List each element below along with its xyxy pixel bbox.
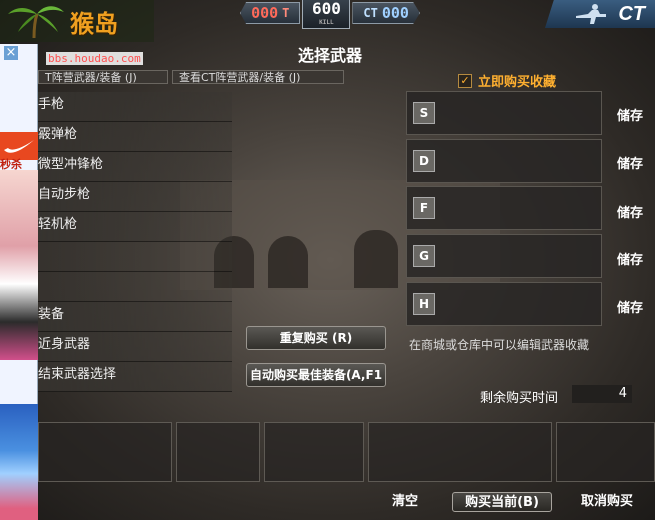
rebuy-button[interactable]: 重复购买 (R) xyxy=(246,326,386,350)
store-button[interactable]: 储存 xyxy=(612,202,648,221)
ad-image xyxy=(0,170,38,360)
category-rifles[interactable]: 自动步枪 xyxy=(38,182,232,212)
ad-image xyxy=(0,404,38,520)
hotkey-g: G xyxy=(413,245,435,267)
tab-t-weapons[interactable]: T阵营武器/装备 (J) xyxy=(38,70,168,84)
instant-buy-favorites-toggle[interactable]: ✓ 立即购买收藏 xyxy=(458,71,556,90)
background-arch xyxy=(354,230,398,288)
store-button[interactable]: 储存 xyxy=(612,297,648,316)
favorite-slot-d[interactable]: D xyxy=(406,139,602,183)
store-button[interactable]: 储存 xyxy=(612,153,648,172)
hotkey-h: H xyxy=(413,293,435,315)
buy-current-button[interactable]: 购买当前(B) xyxy=(452,492,552,512)
round-timer-caption: KILL xyxy=(319,19,334,26)
category-empty xyxy=(38,242,232,272)
category-shotguns[interactable]: 霰弹枪 xyxy=(38,122,232,152)
clear-button[interactable]: 清空 xyxy=(380,492,430,512)
auto-buy-button[interactable]: 自动购买最佳装备(A,F1 xyxy=(246,363,386,387)
category-equipment[interactable]: 装备 xyxy=(38,302,232,332)
cancel-buy-button[interactable]: 取消购买 xyxy=(572,492,642,512)
weapon-cell[interactable] xyxy=(38,422,172,482)
remaining-time-value: 4 xyxy=(572,385,632,403)
ad-close-button[interactable]: × xyxy=(4,46,18,60)
background-arch xyxy=(268,236,308,288)
scoreboard: 000 T 600 KILL CT 000 xyxy=(222,0,438,29)
tab-ct-weapons[interactable]: 查看CT阵营武器/装备 (J) xyxy=(172,70,344,84)
store-button[interactable]: 储存 xyxy=(612,249,648,268)
favorites-edit-hint: 在商城或仓库中可以编辑武器收藏 xyxy=(409,338,590,352)
team-label: CT xyxy=(618,2,645,25)
favorite-slot-g[interactable]: G xyxy=(406,234,602,278)
weapon-category-list: 手枪 霰弹枪 微型冲锋枪 自动步枪 轻机枪 装备 近身武器 结束武器选择 xyxy=(38,92,232,392)
ct-tag: CT xyxy=(363,6,378,20)
round-timer-value: 600 xyxy=(311,0,341,18)
page-title: 选择武器 xyxy=(297,46,362,65)
team-badge: CT xyxy=(545,0,655,28)
weapon-cell[interactable] xyxy=(176,422,260,482)
category-finish-selection[interactable]: 结束武器选择 xyxy=(38,362,232,392)
ct-score-panel: CT 000 xyxy=(352,2,420,24)
side-advertisement[interactable]: × 秒杀 xyxy=(0,44,38,520)
category-pistols[interactable]: 手枪 xyxy=(38,92,232,122)
t-score-panel: 000 T xyxy=(240,2,301,24)
category-empty xyxy=(38,272,232,302)
favorite-slot-s[interactable]: S xyxy=(406,91,602,135)
instant-buy-label: 立即购买收藏 xyxy=(478,75,557,90)
palm-tree-icon xyxy=(8,6,64,39)
hotkey-d: D xyxy=(413,150,435,172)
site-watermark-logo: 猴岛 xyxy=(0,0,154,42)
site-name: 猴岛 xyxy=(70,10,118,38)
hotkey-f: F xyxy=(413,197,435,219)
store-button[interactable]: 储存 xyxy=(612,105,648,124)
hotkey-s: S xyxy=(413,102,435,124)
remaining-time-label: 剩余购买时间 xyxy=(480,391,559,406)
soldier-icon xyxy=(576,4,607,24)
watermark-url: bbs.houdao.com xyxy=(46,52,143,65)
t-tag: T xyxy=(282,6,290,20)
ct-score: 000 xyxy=(381,4,409,22)
weapon-cell[interactable] xyxy=(556,422,655,482)
favorite-slot-h[interactable]: H xyxy=(406,282,602,326)
weapon-cell[interactable] xyxy=(264,422,364,482)
category-machine-guns[interactable]: 轻机枪 xyxy=(38,212,232,242)
category-smgs[interactable]: 微型冲锋枪 xyxy=(38,152,232,182)
weapon-cell[interactable] xyxy=(368,422,552,482)
favorite-slot-f[interactable]: F xyxy=(406,186,602,230)
instant-buy-checkbox[interactable]: ✓ xyxy=(458,73,472,88)
round-timer: 600 KILL xyxy=(302,0,351,29)
t-score: 000 xyxy=(251,4,279,22)
category-melee[interactable]: 近身武器 xyxy=(38,332,232,362)
